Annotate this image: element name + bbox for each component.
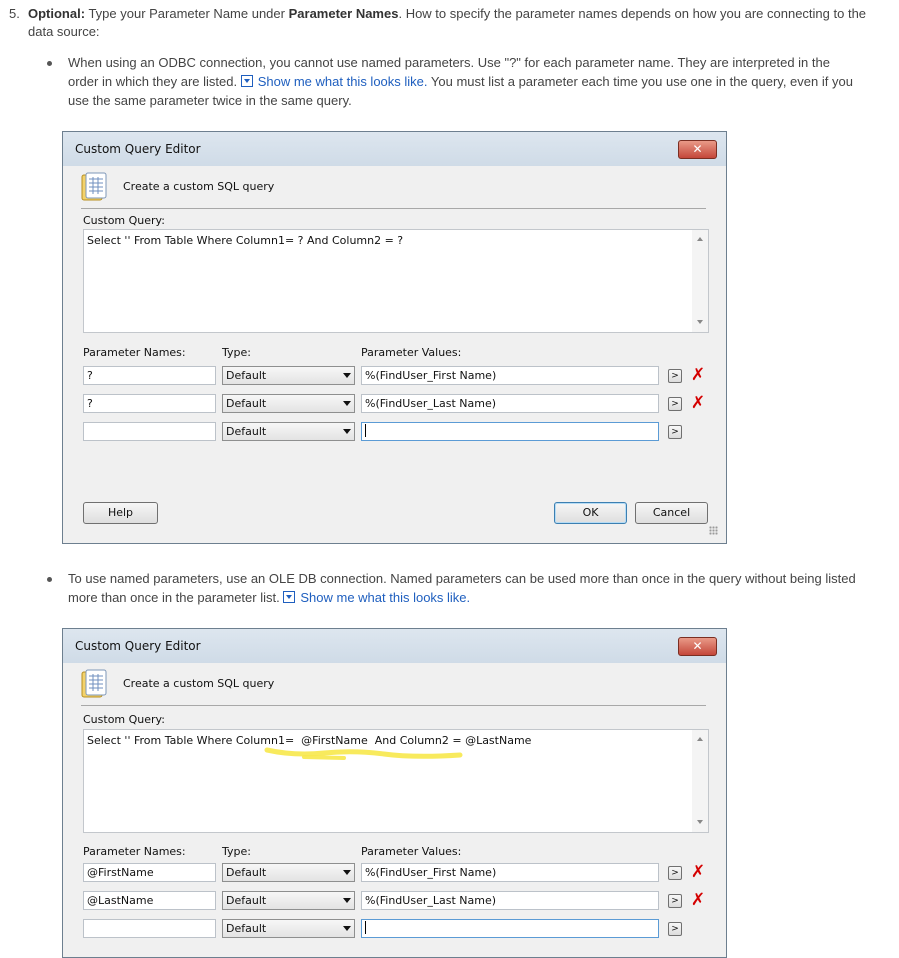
- ellipsis-button[interactable]: >: [668, 922, 682, 936]
- header-text: Create a custom SQL query: [123, 677, 275, 690]
- query-text: Select '' From Table Where Column1= ? An…: [87, 234, 404, 247]
- step-text: Optional: Type your Parameter Name under…: [28, 5, 868, 41]
- delete-icon[interactable]: ✗: [690, 892, 706, 909]
- custom-query-textarea[interactable]: Select '' From Table Where Column1= @Fir…: [83, 729, 709, 833]
- bullet-odbc: When using an ODBC connection, you canno…: [68, 53, 858, 110]
- parameter-names-header: Parameter Names:: [83, 845, 186, 858]
- type-select[interactable]: Default: [222, 919, 355, 938]
- expand-icon: [240, 75, 253, 87]
- chevron-down-icon: [343, 373, 351, 378]
- parameter-name-field[interactable]: [83, 919, 216, 938]
- custom-query-editor-dialog-named: Custom Query Editor ✕ Create a custom SQ…: [62, 628, 727, 958]
- bullet-oledb: To use named parameters, use an OLE DB c…: [68, 569, 858, 607]
- cancel-button[interactable]: Cancel: [635, 502, 708, 524]
- parameter-name-field[interactable]: ?: [83, 394, 216, 413]
- custom-query-textarea[interactable]: Select '' From Table Where Column1= ? An…: [83, 229, 709, 333]
- scroll-up-icon[interactable]: [697, 737, 703, 741]
- parameter-value-field-active[interactable]: [361, 919, 659, 938]
- dialog-body: Create a custom SQL query Custom Query: …: [69, 663, 720, 951]
- parameter-value-field[interactable]: %(FindUser_First Name): [361, 863, 659, 882]
- parameter-name-field[interactable]: ?: [83, 366, 216, 385]
- parameter-name-field[interactable]: @FirstName: [83, 863, 216, 882]
- parameter-name-field[interactable]: [83, 422, 216, 441]
- window-title: Custom Query Editor: [75, 142, 201, 156]
- window-title: Custom Query Editor: [75, 639, 201, 653]
- ellipsis-button[interactable]: >: [668, 425, 682, 439]
- vertical-scrollbar[interactable]: [692, 730, 708, 832]
- chevron-down-icon: [343, 401, 351, 406]
- type-select[interactable]: Default: [222, 394, 355, 413]
- bullet-icon: [47, 61, 52, 66]
- parameter-name-field[interactable]: @LastName: [83, 891, 216, 910]
- help-button[interactable]: Help: [83, 502, 158, 524]
- database-icon: [81, 172, 107, 201]
- type-select[interactable]: Default: [222, 863, 355, 882]
- parameter-value-field-active[interactable]: [361, 422, 659, 441]
- delete-icon[interactable]: ✗: [690, 395, 706, 412]
- custom-query-label: Custom Query:: [83, 713, 165, 726]
- parameter-value-field[interactable]: %(FindUser_Last Name): [361, 891, 659, 910]
- ok-button[interactable]: OK: [554, 502, 627, 524]
- ellipsis-button[interactable]: >: [668, 866, 682, 880]
- parameter-names-label: Parameter Names: [288, 6, 399, 21]
- close-button[interactable]: ✕: [678, 140, 717, 159]
- header-divider: [81, 705, 706, 706]
- database-icon: [81, 669, 107, 698]
- show-me-link[interactable]: Show me what this looks like.: [240, 74, 428, 89]
- ellipsis-button[interactable]: >: [668, 397, 682, 411]
- chevron-down-icon: [343, 898, 351, 903]
- chevron-down-icon: [343, 870, 351, 875]
- custom-query-label: Custom Query:: [83, 214, 165, 227]
- resize-grip-icon[interactable]: [709, 526, 718, 535]
- type-header: Type:: [222, 845, 251, 858]
- delete-icon[interactable]: ✗: [690, 367, 706, 384]
- highlight-marker: [264, 747, 463, 760]
- bullet-icon: [47, 577, 52, 582]
- dialog-body: Create a custom SQL query Custom Query: …: [69, 166, 720, 537]
- parameter-values-header: Parameter Values:: [361, 346, 462, 359]
- show-me-link[interactable]: Show me what this looks like.: [283, 590, 470, 605]
- header-text: Create a custom SQL query: [123, 180, 275, 193]
- chevron-down-icon: [343, 926, 351, 931]
- custom-query-editor-dialog: Custom Query Editor ✕ Create a custom SQ…: [62, 131, 727, 544]
- delete-icon[interactable]: ✗: [690, 864, 706, 881]
- type-header: Type:: [222, 346, 251, 359]
- parameter-value-field[interactable]: %(FindUser_First Name): [361, 366, 659, 385]
- parameter-values-header: Parameter Values:: [361, 845, 462, 858]
- scroll-down-icon[interactable]: [697, 320, 703, 324]
- parameter-names-header: Parameter Names:: [83, 346, 186, 359]
- type-select[interactable]: Default: [222, 366, 355, 385]
- text-caret: [365, 424, 366, 437]
- text-caret: [365, 921, 366, 934]
- chevron-down-icon: [343, 429, 351, 434]
- vertical-scrollbar[interactable]: [692, 230, 708, 332]
- scroll-down-icon[interactable]: [697, 820, 703, 824]
- parameter-value-field[interactable]: %(FindUser_Last Name): [361, 394, 659, 413]
- step-number: 5.: [9, 6, 20, 21]
- step-text-1: Type your Parameter Name under: [88, 6, 285, 21]
- close-button[interactable]: ✕: [678, 637, 717, 656]
- header-divider: [81, 208, 706, 209]
- scroll-up-icon[interactable]: [697, 237, 703, 241]
- type-select[interactable]: Default: [222, 891, 355, 910]
- ellipsis-button[interactable]: >: [668, 894, 682, 908]
- type-select[interactable]: Default: [222, 422, 355, 441]
- expand-icon: [283, 591, 296, 603]
- title-bar: Custom Query Editor ✕: [63, 132, 726, 166]
- optional-label: Optional:: [28, 6, 86, 21]
- ellipsis-button[interactable]: >: [668, 369, 682, 383]
- title-bar: Custom Query Editor ✕: [63, 629, 726, 663]
